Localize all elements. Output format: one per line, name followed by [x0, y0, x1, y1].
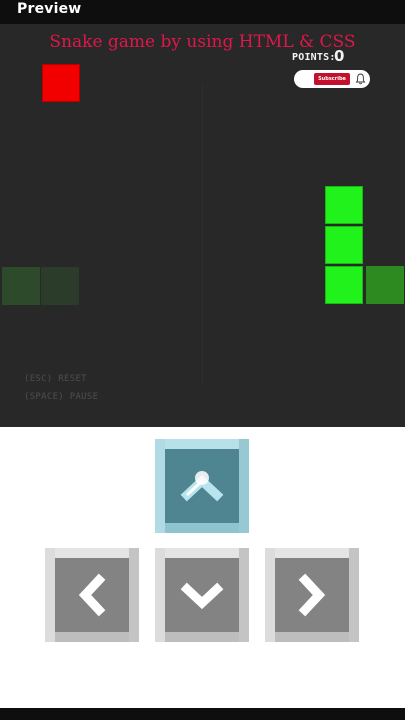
subscribe-widget[interactable]: Subscribe [294, 70, 370, 88]
chevron-left-icon [78, 573, 106, 617]
right-button[interactable] [265, 548, 359, 642]
arrow-up-icon [180, 471, 224, 502]
chevron-right-icon [298, 573, 326, 617]
bell-icon[interactable] [355, 73, 366, 85]
board-divider [202, 84, 203, 384]
top-bar: Preview [0, 0, 405, 24]
snake-segment [325, 266, 363, 304]
bottom-bar [0, 708, 405, 720]
points-label: POINTS: [292, 52, 336, 63]
wrap-ghost-segment [2, 267, 40, 305]
up-button[interactable] [155, 439, 249, 533]
snake-tail-segment [366, 266, 404, 304]
wrap-ghost-segment [41, 267, 79, 305]
snake-segment [325, 186, 363, 224]
hint-reset: (ESC) RESET [24, 374, 87, 384]
game-board[interactable]: Snake game by using HTML & CSS POINTS: 0… [0, 24, 405, 427]
preview-label: Preview [17, 1, 82, 17]
chevron-down-icon [180, 582, 224, 610]
subscribe-button[interactable]: Subscribe [314, 73, 350, 85]
food-block [42, 64, 80, 102]
snake-segment [325, 226, 363, 264]
down-button[interactable] [155, 548, 249, 642]
hint-pause: (SPACE) PAUSE [24, 392, 99, 402]
left-button[interactable] [45, 548, 139, 642]
points-value: 0 [334, 47, 345, 65]
app-frame: Preview Snake game by using HTML & CSS P… [0, 0, 405, 720]
